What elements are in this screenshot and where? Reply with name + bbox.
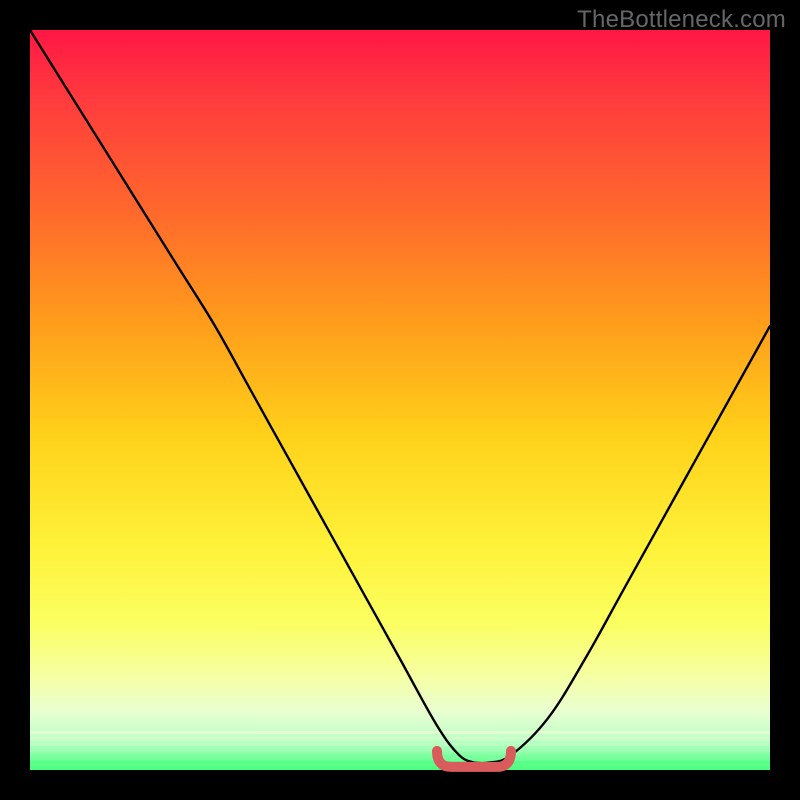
chart-frame: TheBottleneck.com [0, 0, 800, 800]
bottleneck-curve-left [30, 30, 474, 763]
curve-layer [30, 30, 770, 770]
watermark-text: TheBottleneck.com [577, 6, 786, 34]
optimal-range-marker [437, 751, 511, 767]
plot-area [30, 30, 770, 770]
bottleneck-curve-right [474, 326, 770, 763]
